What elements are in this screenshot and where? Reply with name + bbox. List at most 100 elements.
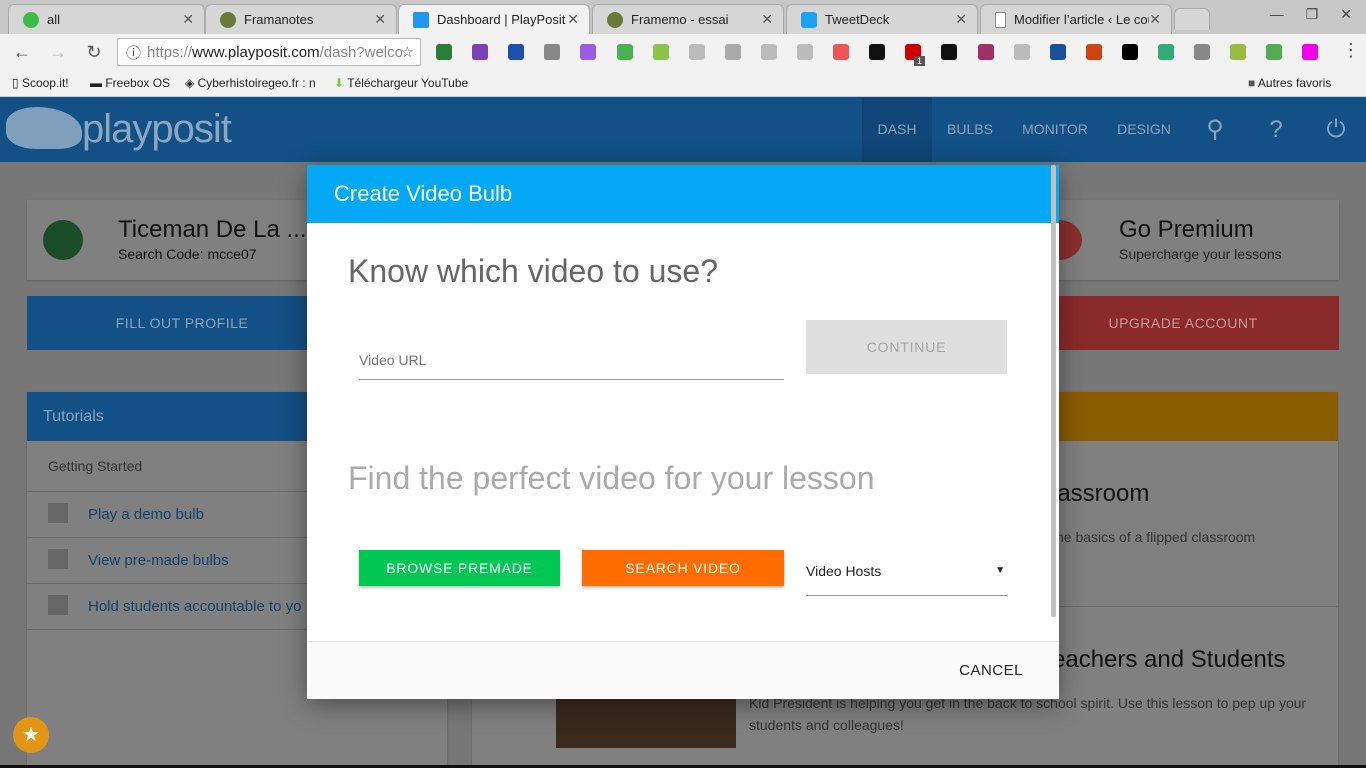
extension-icon[interactable] [1194,44,1211,60]
help-icon[interactable]: ? [1258,97,1294,162]
bookmark-youtube-downloader[interactable]: ⬇ Téléchargeur YouTube [334,76,470,90]
tab-tweetdeck[interactable]: TweetDeck ✕ [786,4,978,34]
premium-title: Go Premium [1119,216,1254,243]
extension-icon[interactable] [724,44,741,60]
extension-icon[interactable] [472,44,489,60]
continue-button[interactable]: CONTINUE [806,320,1007,374]
framasoft-icon [220,11,236,28]
bookmark-label: Téléchargeur YouTube [347,76,469,90]
dialog-scrollbar[interactable] [1051,165,1056,617]
tab-title: Framemo - essai [631,12,729,27]
browse-premade-button[interactable]: BROWSE PREMADE [359,550,560,586]
address-bar[interactable]: ⓘ https://www.playposit.com/dash?welco ☆ [117,38,421,66]
bookmarks-bar: ▯ Scoop.it! ▬ Freebox OS ◈ Cyberhistoire… [0,70,1366,97]
other-bookmarks[interactable]: ■ Autres favoris [1248,76,1331,90]
tab-all[interactable]: all ✕ [8,4,205,34]
checkbox[interactable] [48,595,68,615]
lesson-title[interactable]: lassroom [1052,480,1149,508]
extension-icon[interactable] [1158,44,1174,60]
bookmark-star-icon[interactable]: ☆ [401,43,414,61]
video-url-input[interactable] [359,340,784,380]
video-hosts-select[interactable]: Video Hosts ▼ [806,555,1007,596]
extension-icon[interactable] [580,44,597,60]
extension-icon[interactable] [1230,44,1247,60]
back-icon[interactable]: ← [4,42,40,63]
dialog-title: Create Video Bulb [307,165,1059,223]
checkbox[interactable] [48,503,68,523]
new-tab-button[interactable] [1174,8,1210,30]
extension-icon[interactable] [833,44,850,60]
nav-monitor[interactable]: MONITOR [1012,97,1098,162]
search-icon[interactable]: ⚲ [1198,97,1232,162]
close-icon[interactable]: ✕ [955,11,967,28]
lesson-thumbnail[interactable] [556,692,736,748]
bookmark-scoopit[interactable]: ▯ Scoop.it! [12,76,69,90]
tab-modifier-article[interactable]: Modifier l’article ‹ Le cou ✕ [980,4,1172,34]
forward-icon[interactable]: → [40,42,76,63]
extension-icon[interactable] [1302,44,1319,60]
fill-profile-button[interactable]: FILL OUT PROFILE [27,296,337,350]
tab-title: TweetDeck [825,12,890,27]
dropdown-arrow-icon: ▼ [995,565,1005,576]
close-icon[interactable]: ✕ [374,11,386,28]
url-path: /dash?welco [319,43,403,61]
extension-icon[interactable] [1013,44,1030,60]
search-code: Search Code: mcce07 [118,246,257,262]
nav-bulbs[interactable]: BULBS [936,97,1004,162]
search-video-button[interactable]: SEARCH VIDEO [582,550,784,586]
tab-framemo[interactable]: Framemo - essai ✕ [592,4,784,34]
extension-icon[interactable] [977,44,994,60]
tab-title: all [47,12,61,27]
extension-icon[interactable] [1049,44,1066,60]
bookmark-cyberhistoiregeo[interactable]: ◈ Cyberhistoiregeo.fr : n [185,76,323,90]
bookmark-label: Scoop.it! [21,76,69,90]
extension-icon[interactable] [652,44,669,60]
lesson-title[interactable]: eachers and Students [1052,646,1286,674]
lesson-description: he basics of a flipped classroom [1056,529,1256,545]
bookmark-freebox[interactable]: ▬ Freebox OS [90,76,170,90]
download-icon: ⬇ [334,76,345,90]
close-icon[interactable]: ✕ [182,11,194,28]
bookmark-label: Freebox OS [105,76,171,90]
upgrade-account-button[interactable]: UPGRADE ACCOUNT [1027,296,1339,350]
playposit-logo[interactable]: playposit [82,107,232,152]
extension-icon[interactable] [508,44,525,60]
extension-icon[interactable] [1266,44,1283,60]
close-icon[interactable]: ✕ [761,11,773,28]
menu-icon[interactable]: ⋮ [1342,40,1360,61]
info-icon: ⓘ [126,44,142,62]
nav-design[interactable]: DESIGN [1108,97,1180,162]
profile-name: Ticeman De La ... [118,216,307,243]
nav-dash[interactable]: DASH [862,97,932,162]
close-icon[interactable]: ✕ [567,11,579,28]
dog-logo-icon [6,107,82,149]
extension-badge: 1 [914,56,926,66]
extension-icon[interactable] [1085,44,1102,60]
framasoft-icon [607,11,623,28]
tab-playposit[interactable]: Dashboard | PlayPosit ✕ [398,4,590,34]
checkbox[interactable] [48,549,68,569]
minimize-icon[interactable]: — [1270,6,1284,23]
favorite-star-icon[interactable]: ★ [13,717,49,753]
extension-icon[interactable] [616,44,633,60]
power-icon[interactable]: ⏻ [1318,97,1354,162]
tab-framanotes[interactable]: Framanotes ✕ [205,4,397,34]
maximize-icon[interactable]: ❐ [1306,6,1319,23]
close-icon[interactable]: ✕ [1149,11,1161,28]
extension-icon[interactable] [760,44,777,60]
extension-icon[interactable] [688,44,705,60]
extension-icon[interactable] [869,44,886,60]
tutorial-label: Hold students accountable to yo [88,598,302,615]
extension-icon[interactable] [1121,44,1138,60]
extension-icon[interactable] [797,44,813,60]
tab-strip: all ✕ Framanotes ✕ Dashboard | PlayPosit ✕ … [0,0,1366,34]
extension-icon[interactable] [941,44,958,60]
extension-icon[interactable] [436,44,452,60]
reload-icon[interactable]: ↻ [76,42,112,63]
close-window-icon[interactable]: ✕ [1340,6,1352,23]
tutorial-label: Play a demo bulb [88,506,204,523]
cancel-button[interactable]: CANCEL [959,662,1023,679]
app-header: playposit DASH BULBS MONITOR DESIGN ⚲ ? … [0,97,1366,162]
extension-icon[interactable] [544,44,561,60]
find-video-heading: Find the perfect video for your lesson [348,460,875,496]
